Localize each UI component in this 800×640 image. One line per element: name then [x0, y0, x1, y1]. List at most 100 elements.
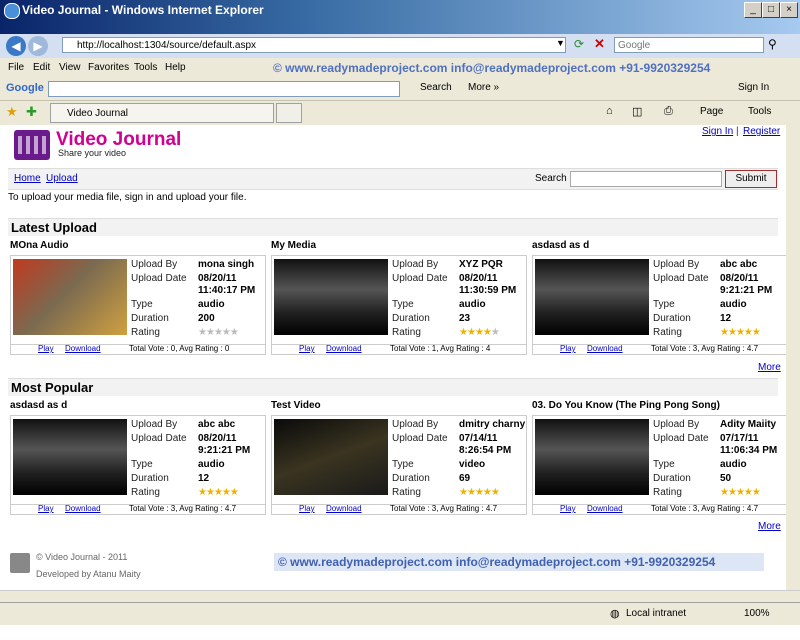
rating-star-icon[interactable]: ★: [736, 327, 745, 338]
page-menu[interactable]: Page: [700, 106, 723, 117]
rating-star-icon[interactable]: ★: [206, 487, 215, 498]
more-link-popular[interactable]: More: [758, 521, 781, 532]
close-button[interactable]: ×: [780, 2, 798, 18]
rating-star-icon[interactable]: ★: [214, 487, 223, 498]
rating-star-icon[interactable]: ★: [752, 487, 761, 498]
video-thumbnail[interactable]: [535, 419, 649, 495]
rating-star-icon[interactable]: ★: [198, 327, 207, 338]
feeds-icon[interactable]: ◫: [632, 105, 642, 118]
type-label: Type: [392, 299, 414, 310]
duration-label: Duration: [131, 313, 169, 324]
rating-star-icon[interactable]: ★: [230, 487, 239, 498]
menu-tools[interactable]: Tools: [134, 62, 157, 73]
download-link[interactable]: Download: [587, 344, 623, 353]
tools-menu[interactable]: Tools: [748, 106, 771, 117]
menu-view[interactable]: View: [59, 62, 81, 73]
rating-star-icon[interactable]: ★: [483, 327, 492, 338]
signin-link[interactable]: Sign In: [702, 126, 733, 137]
video-thumbnail[interactable]: [274, 259, 388, 335]
google-logo: Google: [6, 82, 44, 94]
register-link[interactable]: Register: [743, 126, 780, 137]
tab-video-journal[interactable]: Video Journal: [50, 103, 274, 123]
rating-star-icon[interactable]: ★: [744, 487, 753, 498]
google-search-input[interactable]: [48, 81, 400, 97]
browser-search-input[interactable]: Google: [614, 37, 764, 53]
vote-stats: Total Vote : 0, Avg Rating : 0: [129, 344, 230, 353]
maximize-button[interactable]: □: [762, 2, 780, 18]
favorites-star-icon[interactable]: ★: [6, 104, 18, 120]
site-search-input[interactable]: [570, 171, 722, 187]
rating-star-icon[interactable]: ★: [222, 327, 231, 338]
vertical-scrollbar[interactable]: [786, 125, 800, 590]
play-link[interactable]: Play: [560, 504, 576, 513]
rating-star-icon[interactable]: ★: [459, 327, 468, 338]
video-thumbnail[interactable]: [13, 259, 127, 335]
menu-edit[interactable]: Edit: [33, 62, 50, 73]
rating-star-icon[interactable]: ★: [467, 487, 476, 498]
nav-upload[interactable]: Upload: [46, 173, 78, 184]
google-signin-button[interactable]: Sign In: [738, 82, 769, 93]
forward-icon[interactable]: ▶: [28, 36, 48, 56]
rating-star-icon[interactable]: ★: [483, 487, 492, 498]
address-input[interactable]: http://localhost:1304/source/default.asp…: [62, 37, 566, 53]
print-icon[interactable]: ⎙: [664, 105, 673, 118]
rating-star-icon[interactable]: ★: [206, 327, 215, 338]
download-link[interactable]: Download: [326, 504, 362, 513]
upload-date-value: 07/17/11 11:06:34 PM: [720, 433, 778, 456]
video-thumbnail[interactable]: [13, 419, 127, 495]
rating-star-icon[interactable]: ★: [491, 487, 500, 498]
video-thumbnail[interactable]: [274, 419, 388, 495]
minimize-button[interactable]: _: [744, 2, 762, 18]
search-label: Search: [535, 173, 567, 184]
play-link[interactable]: Play: [38, 504, 54, 513]
nav-home[interactable]: Home: [14, 173, 41, 184]
info-text: To upload your media file, sign in and u…: [8, 192, 247, 203]
rating-star-icon[interactable]: ★: [475, 327, 484, 338]
upload-date-value: 08/20/11 11:40:17 PM: [198, 273, 256, 296]
menu-file[interactable]: File: [8, 62, 24, 73]
rating-star-icon[interactable]: ★: [728, 327, 737, 338]
upload-date-label: Upload Date: [131, 433, 187, 444]
rating-star-icon[interactable]: ★: [467, 327, 476, 338]
rating-star-icon[interactable]: ★: [475, 487, 484, 498]
media-card: My Media Upload By XYZ PQR Upload Date 08/20…: [271, 240, 527, 355]
more-link-latest[interactable]: More: [758, 362, 781, 373]
rating-star-icon[interactable]: ★: [752, 327, 761, 338]
add-favorite-icon[interactable]: ✚: [26, 104, 37, 120]
menu-favorites[interactable]: Favorites: [88, 62, 129, 73]
rating-star-icon[interactable]: ★: [744, 327, 753, 338]
submit-button[interactable]: Submit: [725, 170, 777, 188]
zoom-level[interactable]: 100%: [744, 608, 770, 619]
download-link[interactable]: Download: [65, 504, 101, 513]
rating-star-icon[interactable]: ★: [222, 487, 231, 498]
menu-help[interactable]: Help: [165, 62, 186, 73]
home-icon[interactable]: ⌂: [606, 105, 613, 117]
card-footer: Play Download Total Vote : 3, Avg Rating :…: [532, 343, 788, 355]
play-link[interactable]: Play: [38, 344, 54, 353]
download-link[interactable]: Download: [326, 344, 362, 353]
back-icon[interactable]: ◀: [6, 36, 26, 56]
rating-star-icon[interactable]: ★: [736, 487, 745, 498]
rating-star-icon[interactable]: ★: [491, 327, 500, 338]
rating-star-icon[interactable]: ★: [230, 327, 239, 338]
address-dropdown-icon[interactable]: ▼: [556, 38, 565, 48]
google-more-button[interactable]: More »: [468, 82, 499, 93]
download-link[interactable]: Download: [65, 344, 101, 353]
upload-by-label: Upload By: [653, 419, 700, 430]
download-link[interactable]: Download: [587, 504, 623, 513]
search-icon[interactable]: ⚲: [768, 37, 777, 51]
new-tab-button[interactable]: [276, 103, 302, 123]
refresh-icon[interactable]: ⟳: [574, 37, 584, 51]
play-link[interactable]: Play: [299, 504, 315, 513]
stop-icon[interactable]: ✕: [594, 36, 605, 52]
rating-star-icon[interactable]: ★: [198, 487, 207, 498]
rating-star-icon[interactable]: ★: [459, 487, 468, 498]
play-link[interactable]: Play: [299, 344, 315, 353]
rating-star-icon[interactable]: ★: [214, 327, 223, 338]
video-thumbnail[interactable]: [535, 259, 649, 335]
rating-star-icon[interactable]: ★: [720, 327, 729, 338]
play-link[interactable]: Play: [560, 344, 576, 353]
google-search-button[interactable]: Search: [420, 82, 452, 93]
rating-star-icon[interactable]: ★: [720, 487, 729, 498]
rating-star-icon[interactable]: ★: [728, 487, 737, 498]
